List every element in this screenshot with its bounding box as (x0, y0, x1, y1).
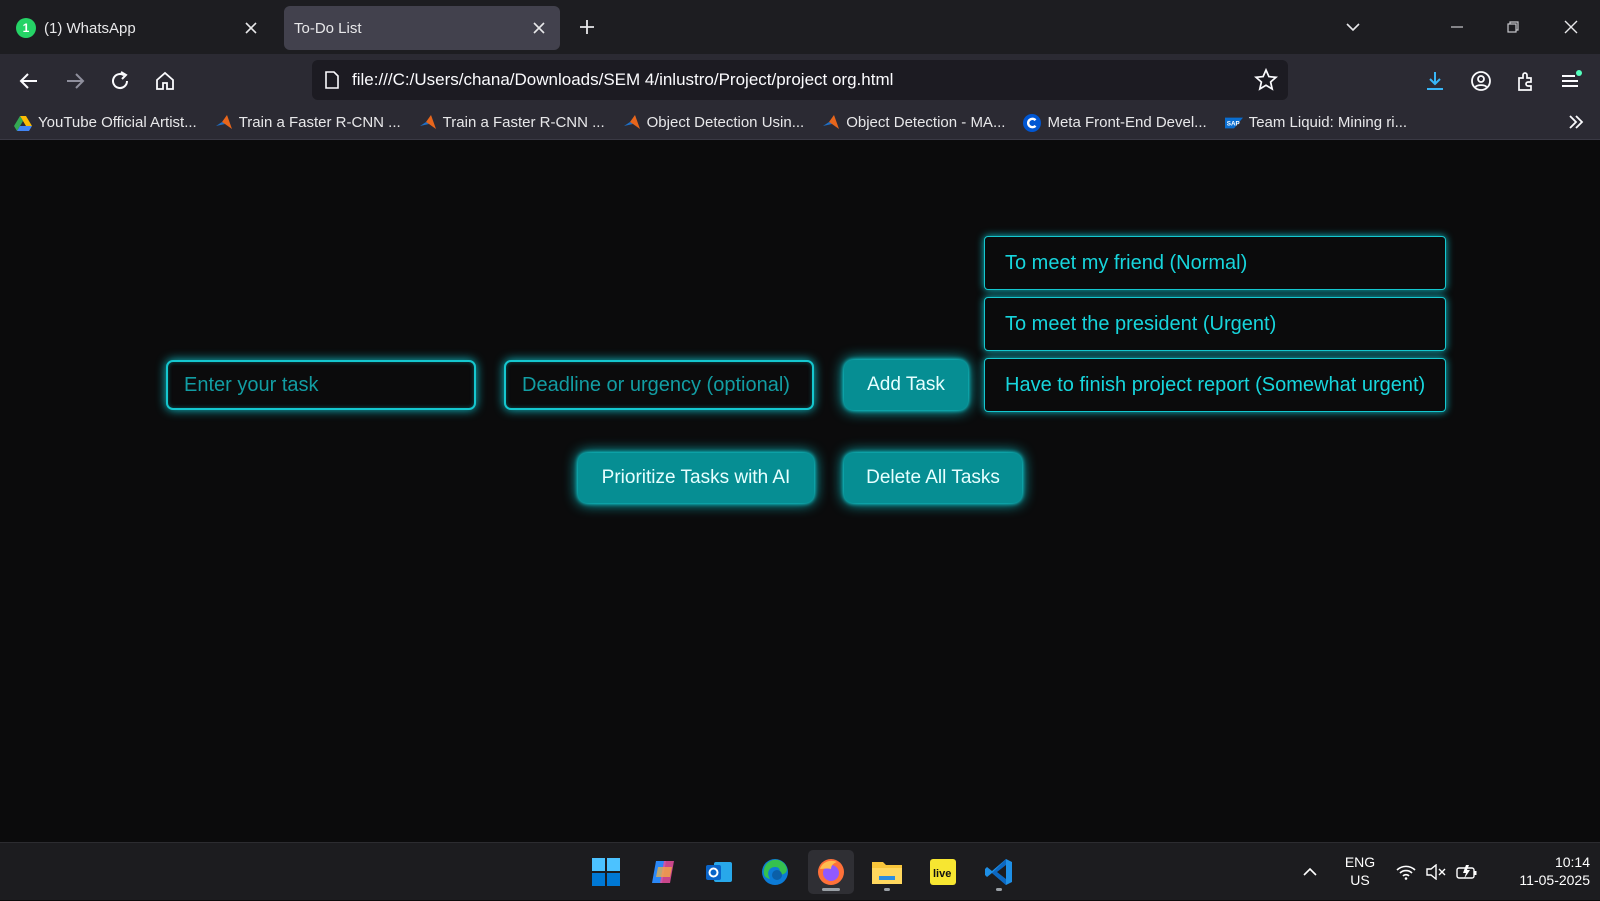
clock-time: 10:14 (1554, 854, 1590, 870)
coursera-icon (1023, 113, 1042, 132)
close-icon[interactable] (528, 17, 550, 39)
windows-start-icon[interactable] (583, 850, 629, 894)
whatsapp-icon: 1 (16, 18, 36, 38)
tray-overflow[interactable] (1302, 843, 1318, 901)
system-clock[interactable]: 10:14 11-05-2025 (1490, 853, 1590, 889)
url-bar[interactable]: file:///C:/Users/chana/Downloads/SEM 4/i… (312, 60, 1288, 100)
bookmarks-toolbar: YouTube Official Artist... Train a Faste… (0, 106, 1600, 140)
task-input[interactable] (166, 360, 476, 410)
bookmark-label: Meta Front-End Devel... (1047, 114, 1207, 131)
bookmark-label: Object Detection - MA... (846, 114, 1006, 131)
close-window-icon[interactable] (1558, 14, 1584, 40)
bookmark-label: Train a Faster R-CNN ... (238, 114, 401, 131)
chevron-up-icon[interactable] (1302, 864, 1318, 880)
taskbar: live ENG US 10:14 11-05-2025 (0, 842, 1600, 900)
prioritize-tasks-button[interactable]: Prioritize Tasks with AI (578, 453, 814, 503)
clock-date: 11-05-2025 (1519, 872, 1590, 888)
url-text: file:///C:/Users/chana/Downloads/SEM 4/i… (352, 70, 894, 89)
running-indicator (996, 888, 1002, 891)
bookmarks-overflow-icon[interactable] (1566, 112, 1586, 132)
forward-icon[interactable] (60, 66, 90, 96)
tab-strip: 1 (1) WhatsApp To-Do List (0, 0, 1600, 54)
volume-muted-icon (1426, 864, 1446, 880)
bookmark-item[interactable]: Object Detection Usin... (623, 114, 805, 132)
task-item[interactable]: Have to finish project report (Somewhat … (984, 358, 1446, 412)
bookmark-label: Team Liquid: Mining ri... (1248, 114, 1408, 131)
minimize-icon[interactable] (1444, 14, 1470, 40)
bookmark-item[interactable]: Train a Faster R-CNN ... (419, 114, 605, 132)
bookmark-label: YouTube Official Artist... (38, 114, 197, 131)
home-icon[interactable] (150, 66, 180, 96)
copilot-icon[interactable] (640, 850, 686, 894)
extensions-icon[interactable] (1511, 66, 1541, 96)
language-code: ENG (1344, 854, 1376, 870)
deadline-input[interactable] (504, 360, 814, 410)
active-indicator (822, 888, 840, 891)
sap-icon: SAP (1224, 114, 1243, 132)
list-all-tabs-icon[interactable] (1340, 14, 1366, 40)
bookmark-item[interactable]: Meta Front-End Devel... (1023, 113, 1207, 132)
page-icon (324, 71, 340, 89)
bookmark-item[interactable]: Object Detection - MA... (822, 114, 1005, 132)
matlab-icon (215, 114, 233, 132)
bookmark-star-icon[interactable] (1254, 68, 1278, 92)
bookmark-label: Train a Faster R-CNN ... (442, 114, 605, 131)
wifi-status[interactable] (1396, 843, 1416, 901)
google-drive-icon (14, 114, 32, 132)
firefox-icon[interactable] (808, 850, 854, 894)
bookmark-item[interactable]: SAP Team Liquid: Mining ri... (1224, 114, 1408, 132)
battery-charging-icon (1456, 864, 1478, 880)
task-item[interactable]: To meet my friend (Normal) (984, 236, 1446, 290)
downloads-icon[interactable] (1420, 66, 1450, 96)
file-explorer-icon[interactable] (864, 850, 910, 894)
menu-icon[interactable] (1556, 66, 1586, 96)
todo-page: Add Task To meet my friend (Normal) To m… (0, 140, 1600, 842)
back-icon[interactable] (14, 66, 44, 96)
bookmark-item[interactable]: YouTube Official Artist... (14, 114, 197, 132)
edge-icon[interactable] (752, 850, 798, 894)
bookmark-item[interactable]: Train a Faster R-CNN ... (215, 114, 401, 132)
svg-text:SAP: SAP (1226, 120, 1239, 127)
restore-icon[interactable] (1500, 14, 1526, 40)
account-icon[interactable] (1466, 66, 1496, 96)
svg-text:live: live (933, 868, 951, 880)
wifi-icon (1396, 864, 1416, 880)
tab-whatsapp[interactable]: 1 (1) WhatsApp (6, 6, 272, 50)
live-app-icon[interactable]: live (920, 850, 966, 894)
close-icon[interactable] (240, 17, 262, 39)
task-item[interactable]: To meet the president (Urgent) (984, 297, 1446, 351)
battery-status[interactable] (1456, 843, 1478, 901)
add-task-button[interactable]: Add Task (844, 360, 968, 410)
reload-icon[interactable] (105, 66, 135, 96)
tab-todo-list[interactable]: To-Do List (284, 6, 560, 50)
navigation-toolbar: file:///C:/Users/chana/Downloads/SEM 4/i… (0, 54, 1600, 106)
tab-title: (1) WhatsApp (44, 19, 136, 37)
language-indicator[interactable]: ENG US (1340, 853, 1380, 889)
volume-status[interactable] (1426, 843, 1446, 901)
matlab-icon (419, 114, 437, 132)
new-tab-icon[interactable] (574, 14, 600, 40)
vscode-icon[interactable] (976, 850, 1022, 894)
region-code: US (1350, 872, 1370, 888)
delete-all-tasks-button[interactable]: Delete All Tasks (844, 453, 1022, 503)
tab-title: To-Do List (294, 19, 362, 37)
matlab-icon (822, 114, 840, 132)
bookmark-label: Object Detection Usin... (646, 114, 805, 131)
matlab-icon (623, 114, 641, 132)
running-indicator (884, 888, 890, 891)
outlook-icon[interactable] (696, 850, 742, 894)
